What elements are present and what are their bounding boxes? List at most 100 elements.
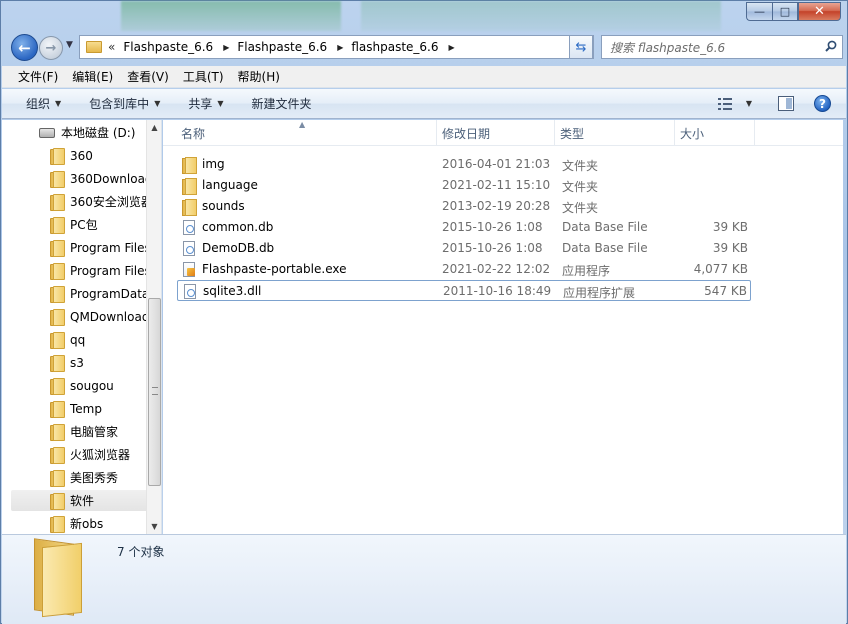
tree-item-label: Program Files: [70, 240, 147, 255]
tree-item[interactable]: s3: [2, 352, 147, 373]
tree-scrollbar[interactable]: ▲ ▼: [146, 120, 161, 534]
new-folder-button[interactable]: 新建文件夹: [252, 95, 312, 112]
address-bar[interactable]: « Flashpaste_6.6 ▶ Flashpaste_6.6 ▶ flashp…: [79, 35, 594, 59]
search-icon[interactable]: [825, 40, 837, 52]
scrollbar-thumb[interactable]: [148, 298, 161, 486]
column-date-label: 修改日期: [442, 126, 491, 141]
folder-icon: [50, 378, 65, 395]
include-in-library-button[interactable]: 包含到库中 ▼: [89, 95, 160, 112]
file-date: 2015-10-26 1:08: [442, 241, 543, 255]
recent-pages-dropdown[interactable]: ▼: [66, 40, 73, 50]
breadcrumb-item[interactable]: flashpaste_6.6: [351, 40, 438, 54]
organize-button[interactable]: 组织 ▼: [26, 95, 61, 112]
minimize-button[interactable]: —: [746, 2, 772, 21]
preview-pane-icon[interactable]: [778, 96, 794, 111]
view-options-dropdown-icon[interactable]: ▼: [746, 99, 752, 108]
folder-icon: [50, 171, 65, 188]
tree-item[interactable]: Temp: [2, 398, 147, 419]
file-name: DemoDB.db: [202, 241, 275, 255]
tree-item[interactable]: QMDownload: [2, 306, 147, 327]
file-row[interactable]: Flashpaste-portable.exe 2021-02-22 12:02…: [177, 259, 751, 280]
column-type-label: 类型: [560, 126, 585, 141]
close-button[interactable]: ✕: [798, 2, 841, 21]
tree-item[interactable]: qq: [2, 329, 147, 350]
menu-edit[interactable]: 编辑(E): [72, 68, 113, 85]
scroll-down-icon[interactable]: ▼: [147, 519, 162, 534]
tree-item-label: 美图秀秀: [70, 471, 119, 485]
tree-item[interactable]: 美图秀秀: [2, 467, 147, 488]
file-date: 2016-04-01 21:03: [442, 157, 551, 171]
chevron-right-icon[interactable]: ▶: [449, 43, 455, 52]
refresh-icon: ⇆: [575, 39, 587, 55]
tree-item[interactable]: 新obs: [2, 513, 147, 534]
file-row-selected[interactable]: sqlite3.dll 2011-10-16 18:49 应用程序扩展 547 …: [177, 280, 751, 301]
file-row[interactable]: language 2021-02-11 15:10 文件夹: [177, 175, 751, 196]
file-type: Data Base File: [562, 241, 648, 255]
tree-item[interactable]: PC包: [2, 214, 147, 235]
file-name: img: [202, 157, 225, 171]
tree-item[interactable]: 360: [2, 145, 147, 166]
folder-icon: [50, 194, 65, 211]
view-options-icon[interactable]: [718, 98, 732, 110]
help-icon[interactable]: ?: [814, 95, 831, 112]
column-header: ▲ 名称 修改日期 类型 大小: [163, 120, 843, 146]
chevron-down-icon: ▼: [154, 99, 161, 108]
folder-icon: [50, 240, 65, 257]
back-button[interactable]: ←: [11, 34, 38, 61]
folder-icon: [50, 424, 65, 441]
menu-tools[interactable]: 工具(T): [183, 68, 224, 85]
tree-item[interactable]: sougou: [2, 375, 147, 396]
tree-item[interactable]: 火狐浏览器: [2, 444, 147, 465]
search-input[interactable]: 搜索 flashpaste_6.6: [601, 35, 843, 59]
dll-file-icon: [184, 284, 196, 299]
forward-button[interactable]: →: [39, 36, 63, 60]
file-row[interactable]: img 2016-04-01 21:03 文件夹: [177, 154, 751, 175]
scroll-up-icon[interactable]: ▲: [147, 120, 162, 135]
tree-item-selected[interactable]: 软件: [11, 490, 148, 511]
file-size: 4,077 KB: [693, 262, 748, 276]
arrow-left-icon: ←: [18, 38, 31, 57]
menu-file[interactable]: 文件(F): [18, 68, 58, 85]
column-date[interactable]: 修改日期: [437, 120, 555, 146]
chevron-right-icon[interactable]: ▶: [223, 43, 229, 52]
breadcrumb-overflow[interactable]: «: [108, 40, 115, 54]
column-name[interactable]: 名称: [176, 120, 437, 146]
tree-item[interactable]: 360安全浏览器: [2, 191, 147, 212]
menu-view[interactable]: 查看(V): [127, 68, 169, 85]
chevron-down-icon: ▼: [217, 99, 224, 108]
file-type: 文件夹: [562, 201, 599, 215]
tree-item-label: 360安全浏览器: [70, 195, 147, 209]
column-size[interactable]: 大小: [675, 120, 755, 146]
refresh-button[interactable]: ⇆: [569, 35, 593, 59]
column-type[interactable]: 类型: [555, 120, 675, 146]
share-label: 共享: [188, 97, 213, 111]
breadcrumb-item[interactable]: Flashpaste_6.6: [237, 40, 327, 54]
folder-icon: [50, 401, 65, 418]
file-row[interactable]: DemoDB.db 2015-10-26 1:08 Data Base File…: [177, 238, 751, 259]
tree-item[interactable]: Program Files: [2, 237, 147, 258]
tree-item[interactable]: 电脑管家: [2, 421, 147, 442]
file-type: 文件夹: [562, 180, 599, 194]
file-type: Data Base File: [562, 220, 648, 234]
tree-item-drive-d[interactable]: 本地磁盘 (D:): [2, 122, 147, 143]
tree-item[interactable]: ProgramData: [2, 283, 147, 304]
maximize-button[interactable]: □: [772, 2, 798, 21]
chevron-right-icon[interactable]: ▶: [337, 43, 343, 52]
column-name-label: 名称: [181, 126, 206, 141]
file-type: 文件夹: [562, 159, 599, 173]
tree-item[interactable]: Program Files: [2, 260, 147, 281]
file-row[interactable]: sounds 2013-02-19 20:28 文件夹: [177, 196, 751, 217]
arrow-right-icon: →: [45, 40, 57, 56]
tree-item-label: 火狐浏览器: [70, 448, 131, 462]
file-row[interactable]: common.db 2015-10-26 1:08 Data Base File…: [177, 217, 751, 238]
file-size: 547 KB: [704, 284, 747, 298]
file-name: sqlite3.dll: [203, 284, 262, 298]
drive-icon: [39, 127, 55, 138]
command-bar: 组织 ▼ 包含到库中 ▼ 共享 ▼ 新建文件夹 ▼ ?: [2, 89, 846, 119]
breadcrumb-item[interactable]: Flashpaste_6.6: [123, 40, 213, 54]
file-date: 2011-10-16 18:49: [443, 284, 552, 298]
share-button[interactable]: 共享 ▼: [188, 95, 223, 112]
menu-help[interactable]: 帮助(H): [238, 68, 280, 85]
tree-item-label: 360: [70, 148, 93, 163]
tree-item[interactable]: 360Downloads: [2, 168, 147, 189]
